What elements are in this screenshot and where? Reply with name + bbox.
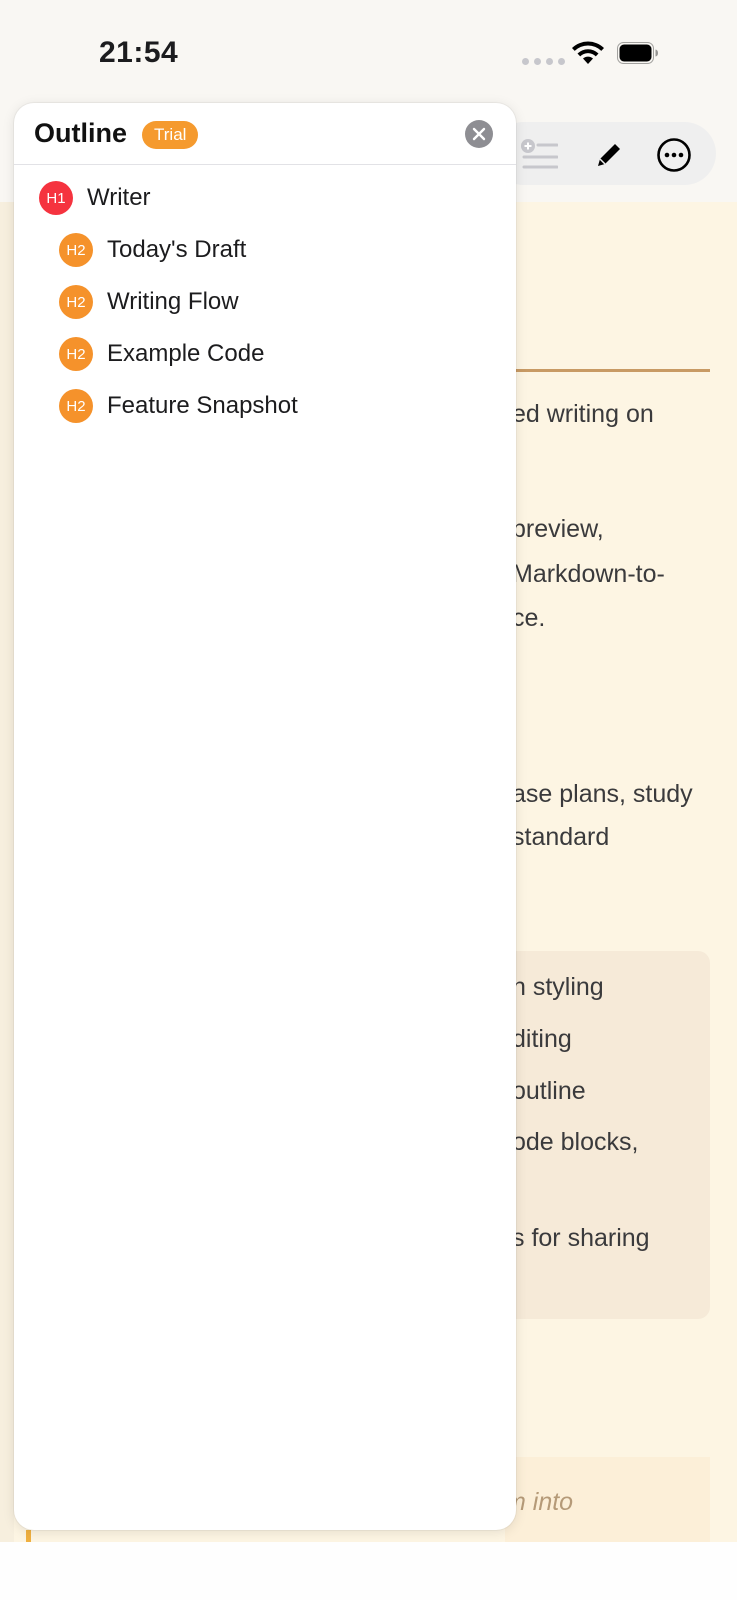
battery-icon	[617, 42, 659, 69]
document-text: ed writing on	[512, 400, 654, 428]
close-icon	[472, 127, 486, 141]
wifi-icon	[570, 40, 606, 71]
outline-item-writing-flow[interactable]: H2 Writing Flow	[59, 282, 239, 322]
document-left-edge	[0, 202, 14, 1542]
outline-item-label: Today's Draft	[107, 236, 247, 263]
outline-header: Outline Trial	[14, 103, 516, 165]
status-time: 21:54	[99, 36, 179, 69]
document-text: s for sharing	[512, 1224, 650, 1252]
document-text: preview,	[512, 515, 604, 543]
outline-item-feature-snapshot[interactable]: H2 Feature Snapshot	[59, 386, 298, 426]
outline-panel: Outline Trial H1 Writer H2 Today's Draft…	[14, 103, 516, 1530]
document-text: ce.	[512, 604, 546, 632]
document-text: standard	[512, 823, 610, 851]
document-text: ode blocks,	[512, 1128, 639, 1156]
outline-item-todays-draft[interactable]: H2 Today's Draft	[59, 230, 246, 270]
more-icon[interactable]	[655, 136, 693, 174]
heading-level-badge: H2	[59, 285, 93, 319]
document-text: Markdown-to-	[512, 560, 665, 588]
close-button[interactable]	[465, 120, 493, 148]
outline-item-example-code[interactable]: H2 Example Code	[59, 334, 264, 374]
heading-level-badge: H2	[59, 389, 93, 423]
heading-level-badge: H1	[39, 181, 73, 215]
outline-item-label: Writing Flow	[107, 288, 239, 315]
outline-item-label: Example Code	[107, 340, 265, 367]
pencil-icon[interactable]	[590, 136, 628, 174]
document-text: diting	[512, 1025, 572, 1053]
outline-item-writer[interactable]: H1 Writer	[39, 178, 151, 218]
trial-badge: Trial	[142, 121, 199, 149]
bottom-area	[0, 1542, 737, 1600]
document-text: ase plans, study	[512, 780, 693, 808]
outline-item-label: Feature Snapshot	[107, 392, 298, 419]
document-text: n styling	[512, 973, 604, 1001]
add-heading-icon[interactable]	[520, 136, 558, 174]
outline-title: Outline	[34, 118, 127, 148]
heading-level-badge: H2	[59, 233, 93, 267]
heading-divider	[505, 369, 710, 372]
document-text: outline	[512, 1077, 586, 1105]
heading-level-badge: H2	[59, 337, 93, 371]
cellular-icon	[522, 58, 565, 65]
outline-item-label: Writer	[87, 184, 151, 211]
